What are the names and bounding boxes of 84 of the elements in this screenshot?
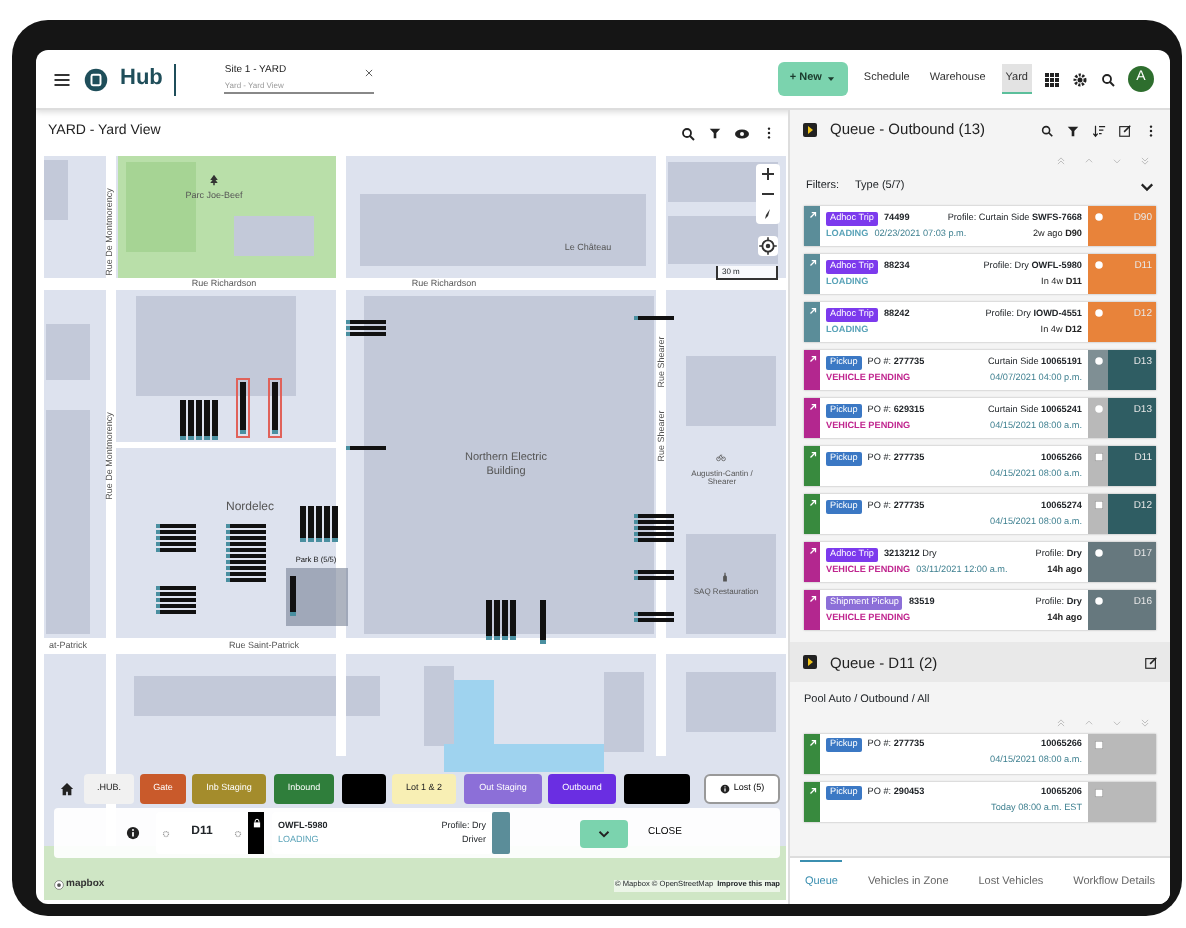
parking-slots-drawing: [290, 576, 296, 616]
building-shape: [686, 672, 776, 732]
play-icon: [802, 654, 818, 671]
parking-slots-drawing: [238, 380, 248, 436]
more-icon[interactable]: [1144, 123, 1158, 137]
parking-slots-drawing: [486, 600, 516, 640]
close-icon[interactable]: [364, 67, 375, 77]
search-icon[interactable]: [680, 125, 696, 141]
more-icon[interactable]: [762, 126, 776, 140]
edit-icon[interactable]: [1144, 655, 1158, 670]
parking-slots-drawing: [540, 600, 546, 644]
building-shape: [604, 672, 644, 752]
caret-icon: [825, 74, 836, 84]
info-icon[interactable]: [126, 826, 140, 840]
dot-icon: [1093, 308, 1103, 319]
building-shape: [44, 160, 68, 220]
settings-icon[interactable]: [1072, 71, 1088, 87]
eye-icon[interactable]: [734, 125, 750, 141]
chevron-icon[interactable]: [1140, 179, 1154, 194]
chevron-icon: [598, 827, 610, 839]
checkbox[interactable]: [1093, 787, 1103, 797]
parking-slots-drawing: [634, 514, 674, 542]
building-shape: [686, 534, 776, 634]
parking-slots-drawing: [180, 400, 218, 440]
play-icon: [802, 122, 818, 138]
home-icon[interactable]: [60, 782, 74, 796]
arrow-icon: [807, 498, 817, 509]
arrow-icon: [807, 450, 817, 461]
checkbox[interactable]: [1093, 452, 1103, 463]
search-icon[interactable]: [1040, 123, 1054, 137]
parking-slots-drawing: [634, 570, 674, 580]
menu-icon[interactable]: [52, 69, 72, 89]
arrow-icon: [807, 737, 817, 747]
dot-icon: [1093, 596, 1103, 607]
search-icon[interactable]: [1100, 71, 1116, 87]
dot-icon: [1093, 548, 1103, 559]
sort-icon[interactable]: [1092, 123, 1106, 137]
bottle-icon: [720, 572, 730, 582]
building-shape: [234, 216, 314, 256]
arrow-icon: [807, 354, 817, 365]
dot-icon: [1093, 356, 1103, 367]
checkbox[interactable]: [1093, 739, 1103, 749]
mapbox-icon[interactable]: [54, 880, 64, 891]
locate-icon[interactable]: [758, 236, 778, 256]
gear-icon[interactable]: [234, 829, 242, 837]
filter-icon[interactable]: [708, 126, 722, 140]
map[interactable]: [44, 156, 786, 900]
logo-icon: [84, 67, 108, 91]
arrow-icon: [807, 306, 817, 317]
bicycle-icon: [716, 452, 726, 462]
edit-icon[interactable]: [1118, 123, 1132, 137]
arrow-icon: [807, 546, 817, 557]
parking-slots-drawing: [270, 380, 280, 436]
arrow-icon: [807, 785, 817, 795]
compass-icon[interactable]: [760, 206, 776, 222]
info-icon: [719, 784, 730, 794]
parking-slots-drawing: [156, 524, 196, 552]
grid-icon[interactable]: [1044, 71, 1060, 87]
arrow-icon: [807, 210, 817, 221]
tree-icon: [208, 174, 220, 186]
dot-icon: [1093, 404, 1103, 415]
gear-icon[interactable]: [162, 829, 170, 837]
checkbox[interactable]: [1093, 500, 1103, 511]
dot-icon: [1093, 212, 1103, 223]
zoom-in-icon[interactable]: [760, 166, 776, 182]
building-shape: [668, 216, 778, 264]
lock-icon: [251, 818, 261, 828]
expand-button[interactable]: [580, 819, 628, 847]
parking-slots-drawing: [226, 524, 266, 582]
building-shape: [686, 356, 776, 426]
app-name: Hub: [120, 64, 163, 95]
building-shape: [424, 666, 454, 746]
parking-slots-drawing: [156, 586, 196, 614]
parking-slots-drawing: [300, 506, 338, 542]
arrow-icon: [807, 402, 817, 413]
dot-icon: [1093, 260, 1103, 271]
status-bar: [492, 812, 510, 854]
arrow-icon: [807, 258, 817, 269]
parking-slots-drawing: [346, 320, 386, 336]
building-shape: [46, 324, 90, 380]
parking-slots-drawing: [634, 612, 674, 622]
filter-icon[interactable]: [1066, 123, 1080, 137]
parking-area: [286, 568, 348, 626]
arrow-icon: [807, 594, 817, 605]
